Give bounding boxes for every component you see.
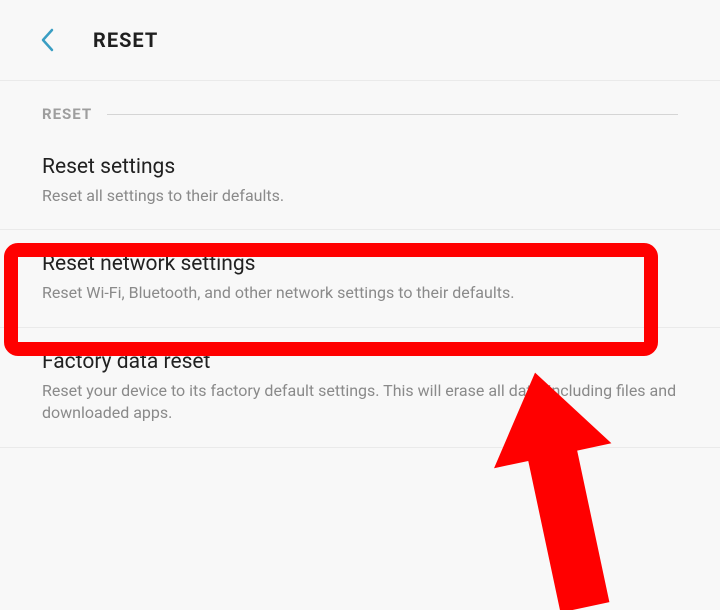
back-icon[interactable] (38, 26, 56, 54)
list-item-reset-settings[interactable]: Reset settings Reset all settings to the… (0, 133, 720, 230)
header-bar: RESET (0, 0, 720, 81)
item-desc: Reset all settings to their defaults. (42, 185, 678, 207)
item-title: Reset settings (42, 155, 678, 179)
list-item-factory-data-reset[interactable]: Factory data reset Reset your device to … (0, 328, 720, 448)
item-title: Reset network settings (42, 252, 678, 276)
page-title: RESET (93, 28, 158, 52)
item-title: Factory data reset (42, 350, 678, 374)
section-header: RESET (0, 81, 720, 133)
list-item-reset-network-settings[interactable]: Reset network settings Reset Wi-Fi, Blue… (0, 230, 720, 327)
item-desc: Reset your device to its factory default… (42, 380, 678, 425)
section-divider (107, 114, 678, 115)
section-label: RESET (42, 105, 92, 123)
item-desc: Reset Wi-Fi, Bluetooth, and other networ… (42, 282, 678, 304)
